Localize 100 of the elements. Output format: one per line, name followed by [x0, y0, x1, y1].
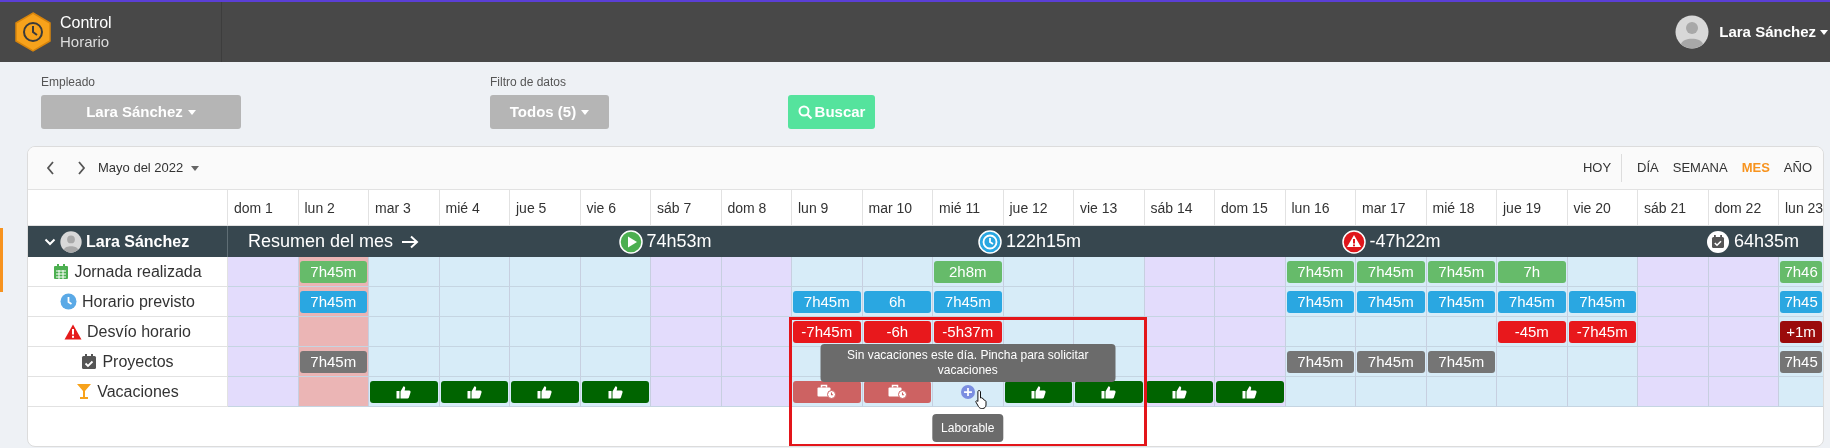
calendar-cell: [439, 317, 510, 347]
avatar: [1675, 15, 1710, 49]
hours-badge: 7h45m: [1357, 350, 1425, 373]
calendar-cell: [580, 257, 651, 287]
row-label: Desvío horario: [86, 321, 191, 342]
calendar-check-icon: [81, 353, 98, 370]
calendar-cell: [1144, 257, 1215, 287]
briefcase-clock-icon: [887, 384, 907, 399]
caret-icon: [581, 109, 590, 115]
calendar-cell: [1497, 377, 1568, 407]
avatar: [60, 230, 82, 253]
calendar-cell: [721, 317, 792, 347]
thumbs-up-icon: [1101, 384, 1117, 399]
hours-badge: 7h45m: [934, 290, 1002, 313]
summary-total: 122h15m: [1006, 230, 1082, 253]
summary-total: -47h22m: [1369, 230, 1441, 253]
arrow-right-icon: [401, 234, 420, 249]
thumbs-up-icon: [1242, 384, 1258, 399]
calendar-cell: [1074, 287, 1145, 317]
clock-icon: [60, 293, 78, 310]
calendar-cell: [1638, 377, 1709, 407]
hours-badge: 7h46: [1780, 260, 1823, 283]
hours-badge: 7h45m: [1498, 290, 1566, 313]
calendar-cell: [721, 257, 792, 287]
hours-badge: -7h45m: [1568, 320, 1636, 343]
row-label: Vacaciones: [97, 381, 179, 402]
hours-badge: 7h45m: [299, 290, 367, 313]
view-tab[interactable]: AÑO: [1776, 158, 1819, 178]
today-button[interactable]: HOY: [1572, 154, 1623, 182]
warning-icon: [63, 323, 82, 340]
user-menu[interactable]: Lara Sánchez: [1719, 20, 1828, 44]
calendar-cell: [228, 317, 299, 347]
warning-icon: [1341, 229, 1366, 254]
calendar-cell: [651, 347, 722, 377]
field-label: Filtro de datos: [490, 74, 568, 90]
calendar-cell: [1074, 257, 1145, 287]
hours-badge: 7h45m: [1357, 290, 1425, 313]
hours-badge: 7h45m: [1427, 290, 1495, 313]
row-label: Jornada realizada: [74, 261, 202, 282]
chevron-left-icon: [46, 161, 56, 175]
row-label: Horario previsto: [82, 291, 195, 312]
thumbs-up-icon: [1030, 384, 1046, 399]
calendar-cell: [510, 317, 581, 347]
hours-badge: 7h45m: [1427, 260, 1495, 283]
hours-badge: 7h45: [1780, 350, 1823, 373]
hours-badge: 7h45m: [1357, 260, 1425, 283]
summary-total: 64h35m: [1734, 230, 1800, 253]
month-selector[interactable]: Mayo del 2022: [98, 158, 200, 178]
calendar-cell: [439, 287, 510, 317]
app-title: Control: [60, 14, 112, 33]
calendar-cell: [721, 347, 792, 377]
search-icon: [797, 104, 813, 120]
caret-icon: [187, 109, 196, 115]
calendar-cell: [510, 257, 581, 287]
hours-badge: 7h45m: [1286, 290, 1354, 313]
hours-badge: 7h45m: [1568, 290, 1636, 313]
app-subtitle: Horario: [60, 32, 111, 50]
employee-name: Lara Sánchez: [86, 231, 190, 252]
play-icon: [618, 229, 643, 254]
calendar-cell: [1567, 377, 1638, 407]
hours-badge: 7h45: [1780, 290, 1823, 313]
thumbs-up-icon: [607, 384, 623, 399]
calendar-cell: [1638, 347, 1709, 377]
calendar-cell: [228, 377, 299, 407]
hours-badge: +1m: [1780, 320, 1823, 343]
tooltip: Sin vacaciones este día. Pincha para solicitar vacaciones: [820, 344, 1116, 382]
thumbs-up-icon: [1171, 384, 1187, 399]
calendar-cell: [651, 287, 722, 317]
add-button[interactable]: [960, 384, 975, 399]
hours-badge: 7h: [1498, 260, 1566, 283]
calendar-cell: [1708, 377, 1779, 407]
calendar-cell: [510, 287, 581, 317]
thumbs-up-icon: [466, 384, 482, 399]
row-label: Proyectos: [102, 351, 174, 372]
hours-badge: -5h37m: [934, 320, 1002, 343]
view-tab[interactable]: SEMANA: [1665, 158, 1735, 178]
clock-logo-icon: [14, 12, 52, 52]
calendar-cell: [580, 287, 651, 317]
calendar-cell: [580, 317, 651, 347]
hours-badge: 7h45m: [299, 260, 367, 283]
calendar-cell: [651, 257, 722, 287]
clock-icon: [978, 229, 1002, 254]
calendar-cell: [1144, 317, 1215, 347]
calendar-check-icon: [1706, 229, 1730, 254]
hours-badge: 7h45m: [1286, 350, 1354, 373]
briefcase-clock-icon: [817, 384, 837, 399]
calendar-cell: [369, 317, 440, 347]
hours-badge: 6h: [863, 290, 931, 313]
side-accent-bar: [0, 228, 3, 292]
thumbs-up-icon: [537, 384, 553, 399]
view-tab[interactable]: DÍA: [1630, 158, 1666, 178]
caret-icon: [1820, 29, 1828, 35]
summary-total: 74h53m: [646, 230, 712, 253]
field-label: Empleado: [41, 74, 97, 90]
tooltip: Laborable: [932, 414, 1004, 442]
calendar-cell: [1215, 317, 1286, 347]
hours-badge: 2h8m: [934, 260, 1002, 283]
calendar-cell: [651, 317, 722, 347]
hours-badge: 7h45m: [1427, 350, 1495, 373]
calendar-cell: [439, 257, 510, 287]
